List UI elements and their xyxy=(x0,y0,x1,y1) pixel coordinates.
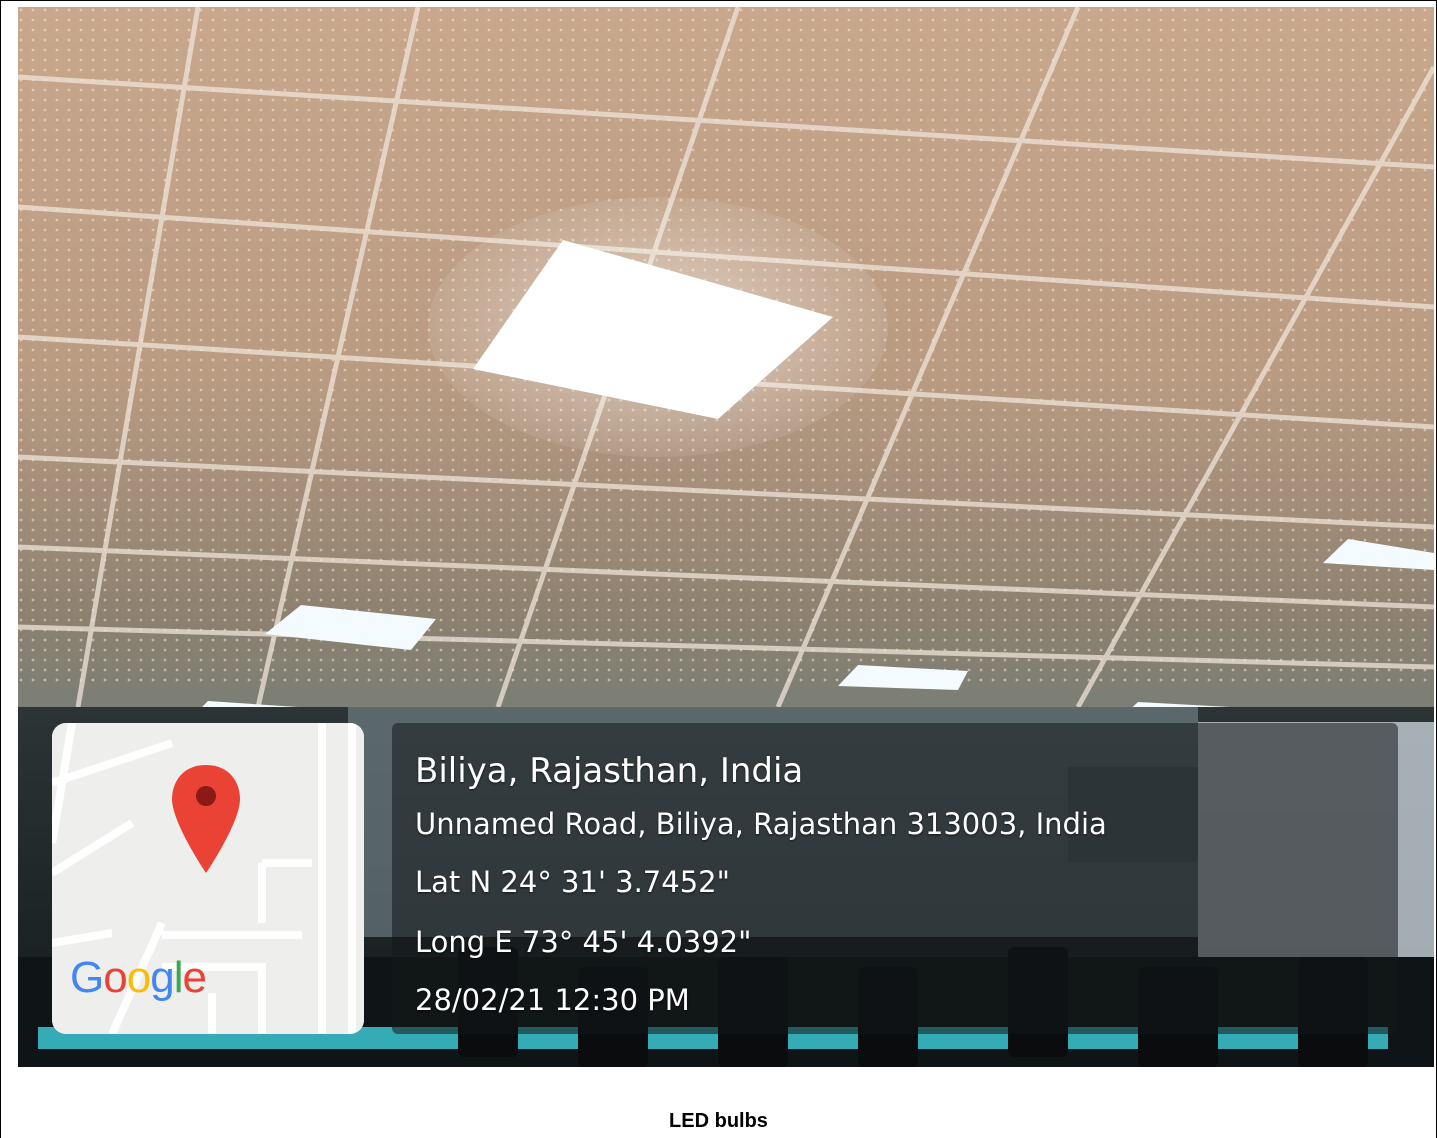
datetime-line: 28/02/21 12:30 PM xyxy=(415,983,690,1017)
geotag-info-panel: Biliya, Rajasthan, India Unnamed Road, B… xyxy=(392,723,1398,1034)
latitude-line: Lat N 24° 31' 3.7452" xyxy=(415,865,730,899)
figure-caption: LED bulbs xyxy=(669,1110,768,1132)
location-title: Biliya, Rajasthan, India xyxy=(415,751,804,791)
google-logo: Google xyxy=(70,953,207,1002)
map-thumbnail: Google xyxy=(52,723,364,1034)
longitude-line: Long E 73° 45' 4.0392" xyxy=(415,925,752,959)
address-line: Unnamed Road, Biliya, Rajasthan 313003, … xyxy=(415,807,1107,841)
geotagged-photo: Google Biliya, Rajasthan, India Unnamed … xyxy=(18,7,1434,1067)
